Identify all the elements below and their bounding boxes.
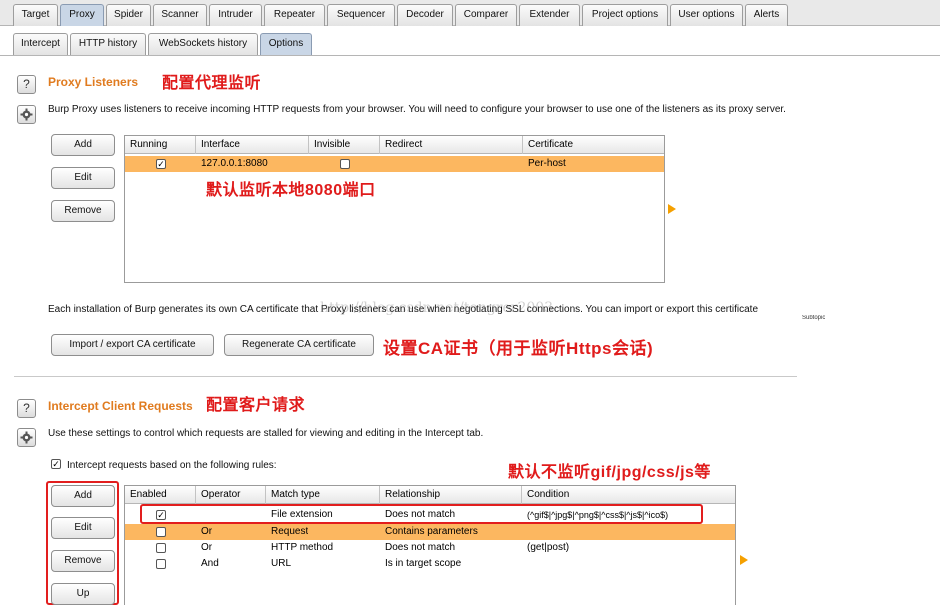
tab-alerts[interactable]: Alerts [745,4,788,26]
first-rule-highlight-box [140,504,703,524]
relationship-cell: Is in target scope [385,558,462,569]
tab-websockets-history[interactable]: WebSockets history [148,33,258,55]
certificate-cell: Per-host [528,158,566,169]
watermark: http://blog.csdn.net/tongrer2003 [320,300,554,316]
tab-project-options[interactable]: Project options [582,4,668,26]
intercept-rules-table: Enabled Operator Match type Relationship… [124,485,736,605]
running-checkbox[interactable]: ✓ [156,159,166,169]
col-match-type[interactable]: Match type [266,486,380,504]
proxy-listeners-description: Burp Proxy uses listeners to receive inc… [48,104,786,115]
section-divider [14,376,797,377]
gear-icon-glyph [20,108,33,121]
side-note: Subtopic [802,315,826,321]
enabled-checkbox[interactable] [156,527,166,537]
tab-spider[interactable]: Spider [106,4,151,26]
gear-icon[interactable] [17,428,36,447]
tab-extender[interactable]: Extender [519,4,580,26]
table-row[interactable]: And URL Is in target scope [125,556,735,572]
col-enabled[interactable]: Enabled [125,486,196,504]
tab-sequencer[interactable]: Sequencer [327,4,395,26]
tab-intruder[interactable]: Intruder [209,4,262,26]
proxy-listeners-title: Proxy Listeners [48,75,139,89]
enabled-checkbox[interactable] [156,559,166,569]
col-invisible[interactable]: Invisible [309,136,380,154]
import-export-ca-button[interactable]: Import / export CA certificate [51,334,214,356]
tab-scanner[interactable]: Scanner [153,4,207,26]
col-interface[interactable]: Interface [196,136,309,154]
col-relationship[interactable]: Relationship [380,486,522,504]
add-listener-button[interactable]: Add [51,134,115,156]
col-condition[interactable]: Condition [522,486,737,504]
intercept-client-annotation: 配置客户请求 [206,397,306,414]
enabled-checkbox[interactable] [156,543,166,553]
tab-comparer[interactable]: Comparer [455,4,517,26]
tab-proxy[interactable]: Proxy [60,4,104,26]
col-running[interactable]: Running [125,136,196,154]
intercept-rules-label: Intercept requests based on the followin… [67,460,277,471]
expand-arrow-icon[interactable] [668,204,676,214]
tab-http-history[interactable]: HTTP history [70,33,146,55]
up-rule-button[interactable]: Up [51,583,115,605]
help-icon[interactable]: ? [17,75,36,94]
col-redirect[interactable]: Redirect [380,136,523,154]
remove-listener-button[interactable]: Remove [51,200,115,222]
table-row[interactable]: Or HTTP method Does not match (get|post) [125,540,735,556]
table-row[interactable]: Or Request Contains parameters [125,524,735,540]
expand-arrow-icon[interactable] [740,555,748,565]
col-operator[interactable]: Operator [196,486,266,504]
main-tab-bar: Target Proxy Spider Scanner Intruder Rep… [0,0,940,26]
intercept-client-title: Intercept Client Requests [48,399,193,413]
help-icon[interactable]: ? [17,399,36,418]
rules-table-header: Enabled Operator Match type Relationship… [125,486,735,504]
edit-listener-button[interactable]: Edit [51,167,115,189]
gear-icon-glyph [20,431,33,444]
listener-row-annotation: 默认监听本地8080端口 [206,182,376,199]
tab-decoder[interactable]: Decoder [397,4,453,26]
tab-options[interactable]: Options [260,33,312,55]
condition-cell: (get|post) [527,542,570,553]
col-certificate[interactable]: Certificate [523,136,666,154]
operator-cell: Or [201,526,213,537]
intercept-rules-checkbox[interactable]: ✓ [51,459,61,469]
gear-icon[interactable] [17,105,36,124]
match-type-cell: URL [271,558,292,569]
listeners-table-header: Running Interface Invisible Redirect Cer… [125,136,664,154]
edit-rule-button[interactable]: Edit [51,517,115,539]
tab-repeater[interactable]: Repeater [264,4,325,26]
operator-cell: Or [201,542,213,553]
sub-tab-bar: Intercept HTTP history WebSockets histor… [0,26,940,56]
listeners-table: Running Interface Invisible Redirect Cer… [124,135,665,283]
table-row[interactable]: ✓ 127.0.0.1:8080 Per-host [125,156,664,172]
rules-annotation: 默认不监听gif/jpg/css/js等 [508,464,711,481]
relationship-cell: Contains parameters [385,526,478,537]
intercept-client-description: Use these settings to control which requ… [48,428,484,439]
match-type-cell: Request [271,526,309,537]
remove-rule-button[interactable]: Remove [51,550,115,572]
ca-annotation: 设置CA证书（用于监听Https会话) [383,339,654,358]
match-type-cell: HTTP method [271,542,334,553]
tab-intercept[interactable]: Intercept [13,33,68,55]
interface-cell: 127.0.0.1:8080 [201,158,268,169]
proxy-listeners-annotation: 配置代理监听 [162,75,262,92]
regenerate-ca-button[interactable]: Regenerate CA certificate [224,334,374,356]
relationship-cell: Does not match [385,542,456,553]
operator-cell: And [201,558,219,569]
invisible-checkbox[interactable] [340,159,350,169]
tab-user-options[interactable]: User options [670,4,743,26]
tab-target[interactable]: Target [13,4,58,26]
add-rule-button[interactable]: Add [51,485,115,507]
